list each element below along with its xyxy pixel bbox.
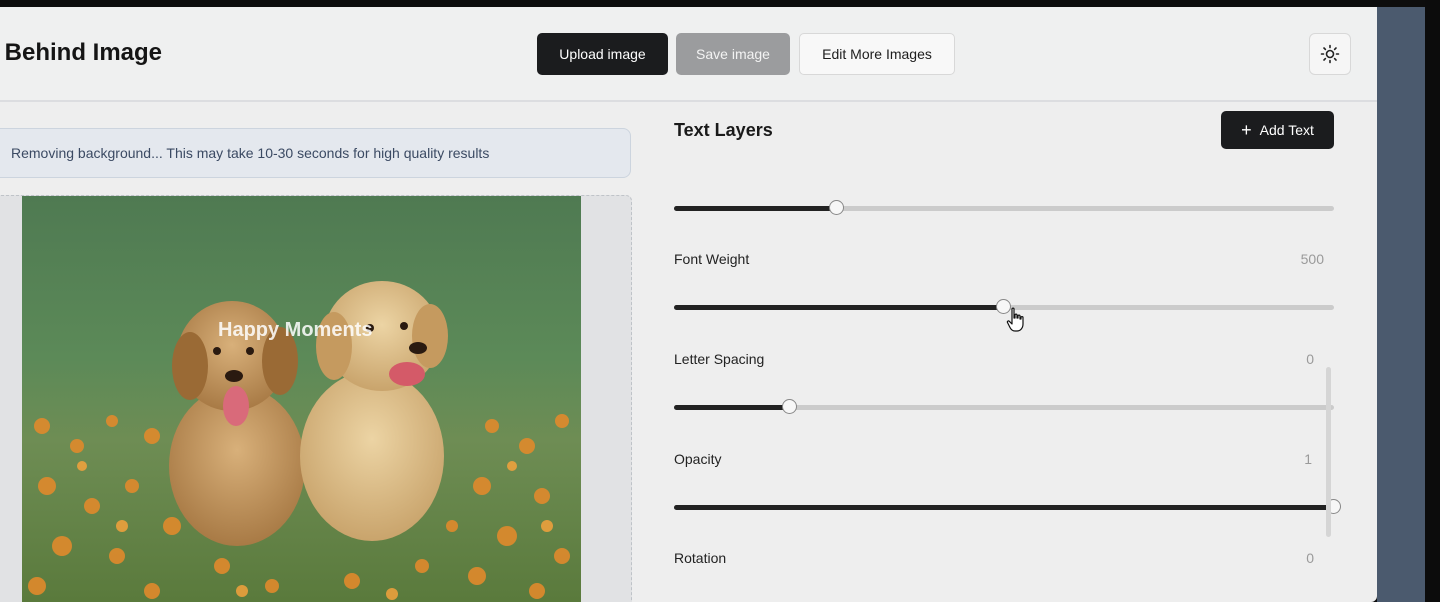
- page-title: t Behind Image: [0, 39, 163, 66]
- upload-image-button[interactable]: Upload image: [537, 33, 668, 75]
- font-weight-label: Font Weight: [674, 251, 750, 267]
- app-window: t Behind Image Upload image Save image E…: [0, 7, 1377, 602]
- app-header: t Behind Image Upload image Save image E…: [0, 7, 1377, 102]
- slider-thumb[interactable]: [782, 399, 798, 414]
- slider-fill: [674, 206, 838, 211]
- opacity-slider[interactable]: [674, 499, 1341, 514]
- hand-cursor-icon: [1006, 307, 1024, 332]
- save-image-button[interactable]: Save image: [676, 33, 790, 75]
- screen-edge: [1425, 0, 1440, 602]
- opacity-label: Opacity: [674, 451, 722, 467]
- slider-fill: [674, 505, 1334, 510]
- processing-notice: Removing background... This may take 10-…: [0, 128, 631, 178]
- letter-spacing-slider[interactable]: [674, 399, 1334, 414]
- overlay-text-layer[interactable]: Happy Moments: [218, 319, 372, 342]
- desktop-backdrop: [1377, 7, 1425, 602]
- theme-toggle-button[interactable]: [1309, 33, 1351, 75]
- canvas-image[interactable]: [22, 196, 581, 602]
- slider-fill: [674, 405, 791, 410]
- font-weight-value: 500: [1300, 251, 1324, 267]
- font-weight-slider[interactable]: [674, 299, 1334, 314]
- letter-spacing-label: Letter Spacing: [674, 351, 765, 367]
- add-text-button[interactable]: + Add Text: [1221, 111, 1334, 149]
- edit-more-images-button[interactable]: Edit More Images: [799, 33, 955, 75]
- processing-notice-text: Removing background... This may take 10-…: [11, 145, 490, 161]
- rotation-value: 0: [1306, 550, 1314, 566]
- add-text-label: Add Text: [1259, 122, 1314, 138]
- font-size-slider[interactable]: [674, 200, 1334, 215]
- opacity-value: 1: [1304, 451, 1312, 467]
- letter-spacing-value: 0: [1306, 351, 1314, 367]
- plus-icon: +: [1241, 120, 1252, 140]
- sun-icon: [1320, 44, 1340, 64]
- text-layers-title: Text Layers: [674, 120, 773, 140]
- panel-scrollbar[interactable]: [1326, 367, 1331, 537]
- slider-fill: [674, 305, 1004, 310]
- slider-thumb[interactable]: [829, 200, 845, 215]
- puppies-photo: [22, 196, 581, 602]
- rotation-label: Rotation: [674, 550, 727, 566]
